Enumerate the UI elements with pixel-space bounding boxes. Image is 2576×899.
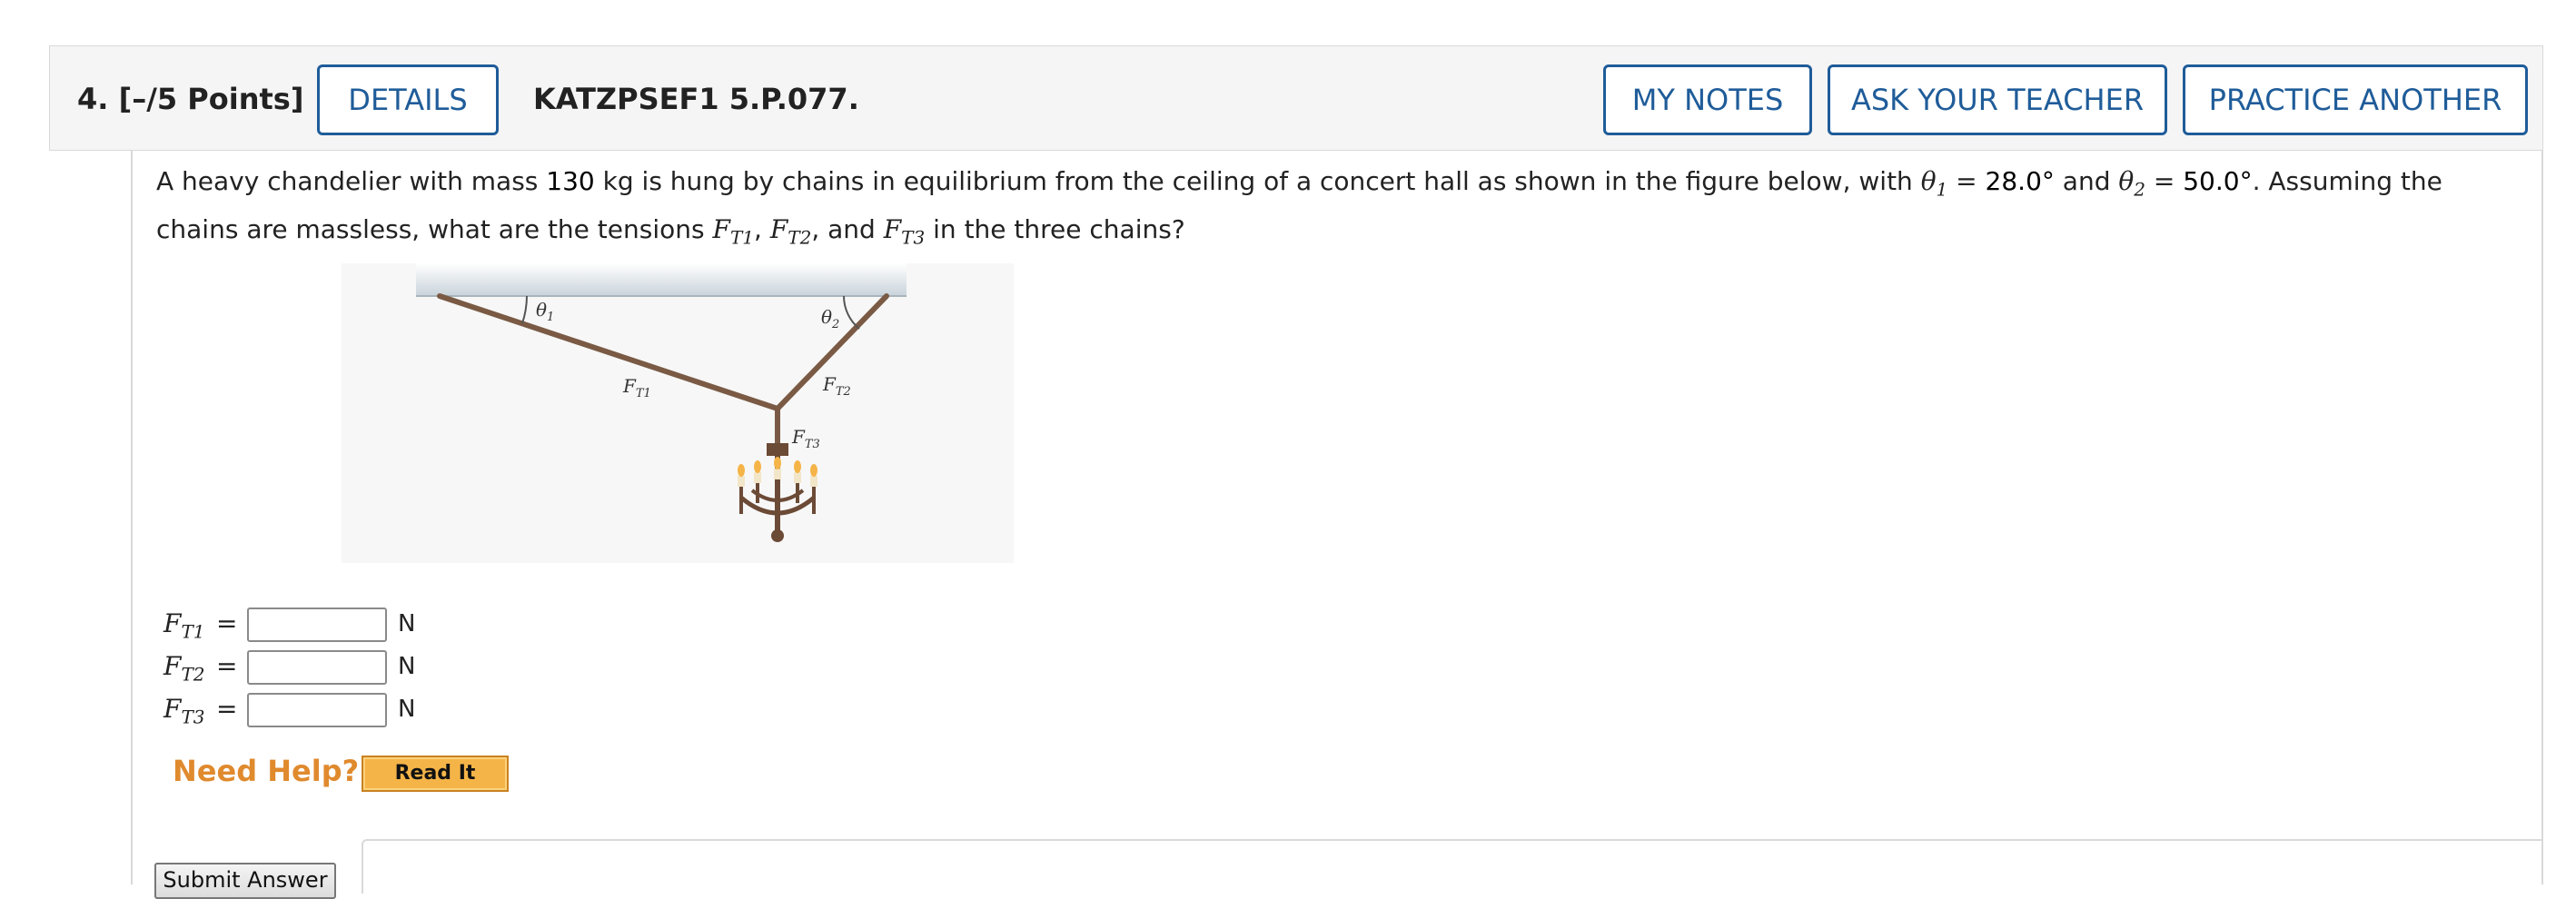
ft3-symbol: FT3 — [883, 213, 926, 249]
f-char: F — [163, 608, 182, 638]
ft1-sub: T1 — [729, 226, 755, 249]
my-notes-button[interactable]: MY NOTES — [1603, 64, 1812, 135]
mass-value: 130 — [546, 166, 595, 196]
ft2-unit: N — [398, 653, 416, 680]
question-text-part: kg is hung by chains in equilibrium from… — [594, 166, 1921, 196]
answer-row-ft1: FT1 = N — [163, 605, 527, 647]
f-char: F — [712, 213, 730, 244]
comma: , — [754, 213, 770, 244]
theta1-symbol: θ1 — [1920, 166, 1948, 201]
equals-sign: = — [1947, 166, 1986, 196]
equals-sign: = — [216, 651, 238, 681]
ask-your-teacher-button[interactable]: ASK YOUR TEACHER — [1828, 64, 2167, 135]
ceiling — [416, 263, 907, 296]
f-char: F — [769, 213, 788, 244]
ft1-symbol: FT1 — [712, 213, 755, 249]
chandelier-figure: θ1 θ2 FT1 FT2 FT3 — [342, 263, 1014, 563]
theta1-value: 28.0° — [1985, 166, 2055, 196]
chandelier-icon — [738, 443, 817, 542]
details-button[interactable]: DETAILS — [317, 64, 499, 135]
f-char: F — [163, 651, 182, 681]
ft2-label: FT2 — [822, 373, 851, 399]
ft3-unit: N — [398, 696, 416, 723]
chandelier-diagram: θ1 θ2 FT1 FT2 FT3 — [416, 263, 907, 542]
question-number-points: 4. [–/5 Points] — [77, 46, 303, 152]
equals-sign: = — [216, 694, 238, 724]
ft2-answer-label: FT2 — [163, 651, 205, 686]
ft3-sub: T3 — [901, 226, 926, 249]
need-help-label: Need Help? — [173, 754, 360, 788]
answer-row-ft3: FT3 = N — [163, 690, 527, 733]
practice-another-button[interactable]: PRACTICE ANOTHER — [2183, 64, 2528, 135]
ft3-label: FT3 — [791, 426, 820, 451]
ft2-input[interactable] — [247, 650, 387, 685]
and-word: and — [2054, 166, 2119, 196]
question-text: A heavy chandelier with mass 130 kg is h… — [156, 162, 2518, 257]
question-number: 4. — [77, 82, 109, 116]
theta2-label: θ2 — [821, 306, 839, 331]
submission-history-panel — [362, 839, 2543, 894]
ft3-answer-label: FT3 — [163, 694, 205, 728]
ft1-unit: N — [398, 610, 416, 637]
ft2-sub: T2 — [788, 226, 812, 249]
f-char: F — [163, 694, 182, 724]
ft3-input[interactable] — [247, 693, 387, 727]
ft1-label: FT1 — [622, 375, 651, 400]
question-header: 4. [–/5 Points] DETAILS KATZPSEF1 5.P.07… — [49, 45, 2543, 151]
ft2-symbol: FT2 — [769, 213, 812, 249]
theta2-symbol: θ2 — [2118, 166, 2145, 201]
chain-ft1 — [437, 293, 780, 411]
points-label: [–/5 Points] — [118, 82, 304, 116]
ft3-answer-sub: T3 — [181, 706, 205, 728]
question-text-part: in the three chains? — [925, 213, 1185, 244]
theta1-arc — [521, 295, 528, 324]
ft1-input[interactable] — [247, 608, 387, 642]
question-code: KATZPSEF1 5.P.077. — [533, 82, 859, 116]
equals-sign: = — [2145, 166, 2184, 196]
and-word: , and — [811, 213, 884, 244]
theta-char: θ — [2118, 166, 2135, 196]
ft1-answer-label: FT1 — [163, 608, 205, 643]
theta-char: θ — [1920, 166, 1937, 196]
equals-sign: = — [216, 608, 238, 638]
theta1-label: θ1 — [536, 299, 554, 324]
theta2-value: 50.0° — [2183, 166, 2253, 196]
answer-fields: FT1 = N FT2 = N FT3 = N — [163, 605, 527, 733]
submit-answer-button[interactable]: Submit Answer — [154, 863, 336, 899]
answer-row-ft2: FT2 = N — [163, 647, 527, 690]
ft1-answer-sub: T1 — [181, 620, 205, 643]
question-text-part: A heavy chandelier with mass — [156, 166, 547, 196]
theta2-sub: 2 — [2134, 178, 2145, 201]
theta1-sub: 1 — [1936, 178, 1948, 201]
f-char: F — [883, 213, 902, 244]
ft2-answer-sub: T2 — [181, 663, 205, 686]
read-it-button[interactable]: Read It — [362, 756, 509, 792]
